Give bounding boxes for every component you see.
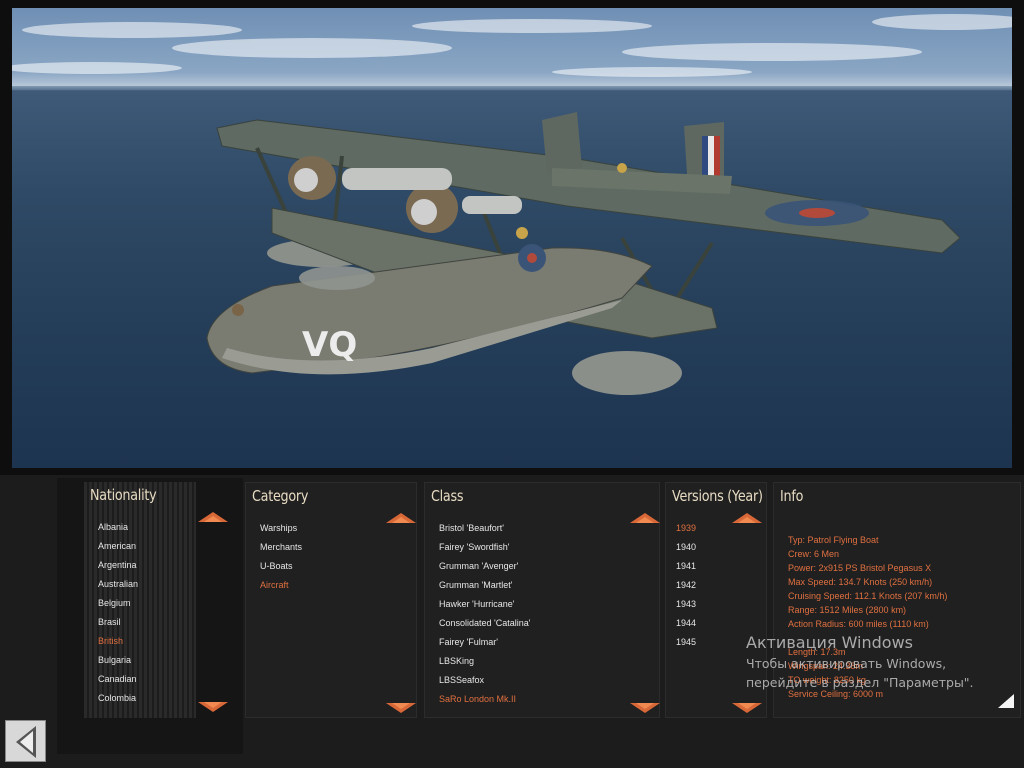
- resize-corner-icon[interactable]: [998, 694, 1014, 713]
- nationality-panel: Nationality Albania American Argentina Aust…: [84, 482, 196, 718]
- versions-list: 1939 1940 1941 1942 1943 1944 1945: [676, 519, 696, 652]
- category-scroll-down-button[interactable]: [386, 703, 416, 713]
- versions-title: Versions (Year): [672, 487, 763, 505]
- class-scroll-up-button[interactable]: [630, 513, 660, 523]
- nationality-scroll-up-button[interactable]: [198, 512, 228, 522]
- category-list: Warships Merchants U-Boats Aircraft: [260, 519, 302, 595]
- nationality-scroll-down-button[interactable]: [198, 702, 228, 712]
- info-specs: Typ: Patrol Flying Boat Crew: 6 Men Power:…: [788, 533, 947, 701]
- info-line: Cruising Speed: 112.1 Knots (207 km/h): [788, 591, 948, 601]
- class-list-item[interactable]: SaRo London Mk.II: [439, 690, 531, 709]
- category-list-item[interactable]: Warships: [260, 519, 302, 538]
- triangle-down-icon: [732, 703, 762, 713]
- versions-list-item[interactable]: 1945: [676, 633, 696, 652]
- class-panel: Class Bristol 'Beaufort' Fairey 'Swordfis…: [424, 482, 660, 718]
- class-list: Bristol 'Beaufort' Fairey 'Swordfish' Grum…: [439, 519, 531, 709]
- nationality-list-item[interactable]: Colombia: [98, 689, 138, 708]
- info-line: Typ: Patrol Flying Boat: [788, 535, 879, 545]
- versions-scroll-down-button[interactable]: [732, 703, 762, 713]
- versions-list-item[interactable]: 1944: [676, 614, 696, 633]
- category-scroll-up-button[interactable]: [386, 513, 416, 523]
- nationality-list-item[interactable]: Canadian: [98, 670, 138, 689]
- class-scroll-down-button[interactable]: [630, 703, 660, 713]
- class-list-item[interactable]: Fairey 'Swordfish': [439, 538, 531, 557]
- info-line: Length: 17.3m: [788, 647, 846, 657]
- fuselage-code: VQ: [302, 325, 357, 365]
- info-line: Wingspan: 24.38m: [788, 661, 864, 671]
- triangle-down-icon: [386, 703, 416, 713]
- versions-list-item[interactable]: 1943: [676, 595, 696, 614]
- class-list-item[interactable]: Grumman 'Martlet': [439, 576, 531, 595]
- info-line: Max Speed: 134.7 Knots (250 km/h): [788, 577, 933, 587]
- category-list-item[interactable]: Merchants: [260, 538, 302, 557]
- category-panel: Category Warships Merchants U-Boats Aircraf…: [245, 482, 417, 718]
- triangle-up-icon: [732, 513, 762, 523]
- versions-list-item[interactable]: 1939: [676, 519, 696, 538]
- versions-list-item[interactable]: 1941: [676, 557, 696, 576]
- triangle-up-icon: [630, 513, 660, 523]
- class-list-item[interactable]: LBSKing: [439, 652, 531, 671]
- nationality-list-item[interactable]: Belgium: [98, 594, 138, 613]
- flying-boat-model: VQ: [206, 112, 961, 395]
- versions-list-item[interactable]: 1942: [676, 576, 696, 595]
- triangle-up-icon: [198, 512, 228, 522]
- info-line: Power: 2x915 PS Bristol Pegasus X: [788, 563, 932, 573]
- versions-scroll-up-button[interactable]: [732, 513, 762, 523]
- info-line: Service Ceiling: 6000 m: [788, 689, 884, 699]
- nationality-list-item[interactable]: Albania: [98, 518, 138, 537]
- class-title: Class: [431, 487, 464, 505]
- class-list-item[interactable]: LBSSeafox: [439, 671, 531, 690]
- nationality-list: Albania American Argentina Australian Belgiu…: [98, 518, 138, 708]
- info-line: [788, 631, 947, 645]
- nationality-list-item[interactable]: British: [98, 632, 138, 651]
- info-line: TO weight: 8250 kg: [788, 675, 866, 685]
- arrow-left-icon: [16, 726, 36, 758]
- info-line: Action Radius: 600 miles (1110 km): [788, 619, 929, 629]
- class-list-item[interactable]: Grumman 'Avenger': [439, 557, 531, 576]
- triangle-up-icon: [386, 513, 416, 523]
- triangle-down-icon: [630, 703, 660, 713]
- nationality-list-item[interactable]: Brasil: [98, 613, 138, 632]
- horizon-line: [12, 86, 1012, 90]
- category-title: Category: [252, 487, 309, 505]
- category-list-item[interactable]: U-Boats: [260, 557, 302, 576]
- nationality-list-item[interactable]: Argentina: [98, 556, 138, 575]
- class-list-item[interactable]: Hawker 'Hurricane': [439, 595, 531, 614]
- aircraft-3d-viewport[interactable]: VQ: [12, 8, 1012, 468]
- viewport-scene: VQ: [12, 14, 1012, 395]
- class-list-item[interactable]: Fairey 'Fulmar': [439, 633, 531, 652]
- nationality-list-item[interactable]: Bulgaria: [98, 651, 138, 670]
- back-button[interactable]: [5, 720, 46, 762]
- sky-clouds: [12, 14, 1012, 77]
- nationality-list-item[interactable]: Australian: [98, 575, 138, 594]
- class-list-item[interactable]: Consolidated 'Catalina': [439, 614, 531, 633]
- info-line: Crew: 6 Men: [788, 549, 840, 559]
- category-list-item[interactable]: Aircraft: [260, 576, 302, 595]
- class-list-item[interactable]: Bristol 'Beaufort': [439, 519, 531, 538]
- info-line: Range: 1512 Miles (2800 km): [788, 605, 907, 615]
- nationality-list-item[interactable]: American: [98, 537, 138, 556]
- triangle-down-icon: [198, 702, 228, 712]
- info-panel: Info Typ: Patrol Flying Boat Crew: 6 Men P…: [773, 482, 1021, 718]
- nationality-title: Nationality: [90, 486, 157, 504]
- info-title: Info: [780, 487, 804, 505]
- versions-list-item[interactable]: 1940: [676, 538, 696, 557]
- versions-panel: Versions (Year) 1939 1940 1941 1942 1943 1944…: [665, 482, 767, 718]
